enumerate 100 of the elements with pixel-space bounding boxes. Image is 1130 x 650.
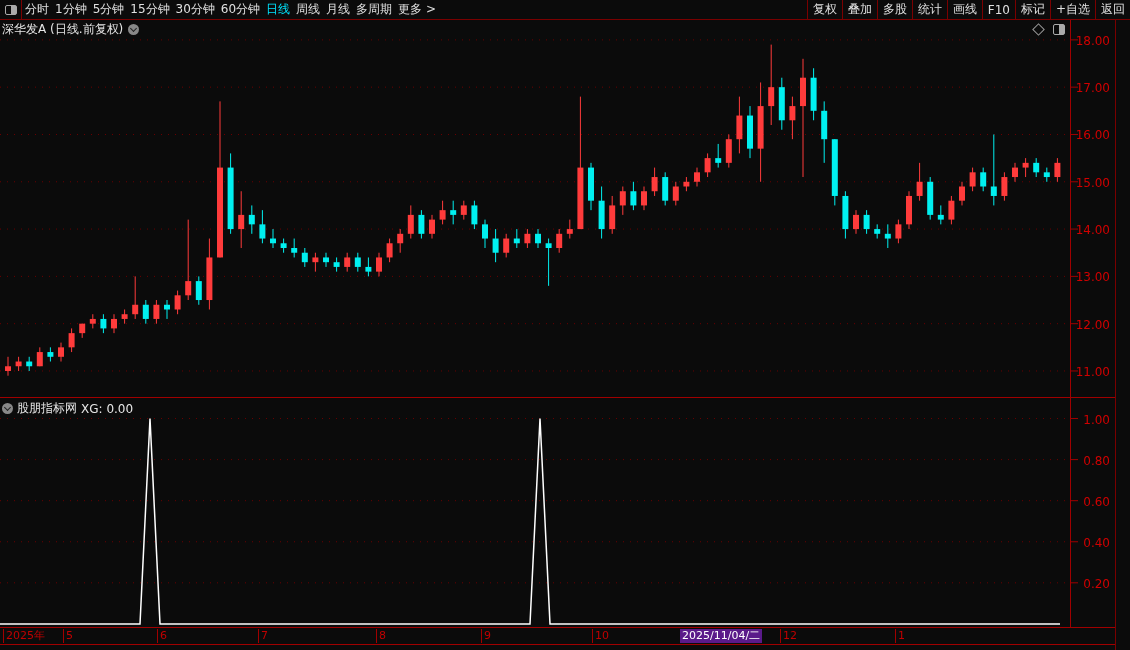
candle: [142, 299, 149, 325]
period-tab[interactable]: 5分钟: [89, 0, 128, 19]
candle: [439, 200, 446, 225]
candle: [195, 275, 202, 306]
toolbar-button[interactable]: 复权: [806, 0, 842, 19]
chart-title: 深华发A (日线.前复权): [2, 21, 124, 38]
candle: [301, 247, 308, 268]
candle: [153, 299, 160, 325]
candle: [821, 100, 828, 164]
candle: [630, 181, 637, 211]
candle: [26, 356, 33, 372]
candle: [450, 200, 457, 225]
indicator-reading: XG: 0.00: [81, 401, 134, 416]
date-label: 5: [63, 629, 73, 643]
candle: [1054, 157, 1061, 183]
candle: [725, 133, 732, 169]
period-tab[interactable]: 多周期: [353, 0, 396, 19]
candle: [683, 176, 690, 192]
candle: [662, 171, 669, 206]
period-tab[interactable]: 周线: [293, 0, 324, 19]
candle: [248, 204, 255, 235]
period-tab[interactable]: 15分钟: [127, 0, 173, 19]
toolbar-button[interactable]: F10: [981, 0, 1015, 19]
candle: [916, 162, 923, 202]
panel-toggle-icon[interactable]: [1053, 24, 1065, 35]
candle: [111, 313, 117, 334]
candle: [619, 186, 626, 216]
candle: [100, 313, 107, 334]
price-label: 13.00: [1075, 270, 1110, 285]
candle: [132, 275, 139, 320]
candle: [831, 138, 838, 206]
dropdown-icon[interactable]: [128, 24, 140, 35]
date-label: 7: [258, 629, 268, 643]
period-tab[interactable]: 更多 >: [395, 0, 439, 19]
candle: [15, 356, 22, 372]
candle: [906, 190, 912, 230]
candle: [874, 223, 881, 240]
date-label: 2025年: [3, 629, 45, 643]
candle: [323, 252, 329, 268]
date-label: 2025/11/04/二: [680, 629, 763, 643]
candle: [397, 228, 404, 254]
candle: [121, 309, 128, 325]
toolbar-button[interactable]: +自选: [1049, 0, 1095, 19]
candle: [694, 167, 700, 187]
candle: [407, 204, 414, 240]
candle: [174, 290, 181, 315]
candle: [344, 252, 351, 273]
toolbar-button[interactable]: 返回: [1095, 0, 1130, 19]
axis-label: 0.40: [1083, 535, 1110, 550]
toolbar-button[interactable]: 统计: [911, 0, 947, 19]
candle: [333, 256, 340, 273]
period-tab[interactable]: 月线: [323, 0, 354, 19]
candle: [429, 214, 435, 240]
candle: [609, 195, 616, 235]
candle: [651, 167, 658, 197]
candle: [1043, 167, 1050, 183]
price-label: 16.00: [1075, 128, 1110, 143]
axis-label: 1.00: [1083, 412, 1110, 427]
candle: [471, 200, 478, 230]
candle: [418, 209, 425, 240]
candle: [5, 356, 11, 377]
period-tab[interactable]: 1分钟: [52, 0, 90, 19]
toolbar-button[interactable]: 叠加: [841, 0, 877, 19]
candle: [503, 233, 510, 258]
candle: [68, 327, 75, 353]
candle: [747, 105, 753, 159]
candle: [588, 162, 594, 211]
candle: [492, 228, 499, 263]
candle: [810, 67, 817, 121]
toolbar-button[interactable]: 画线: [946, 0, 982, 19]
price-label: 18.00: [1075, 33, 1110, 48]
date-label: 12: [780, 629, 797, 643]
candle: [259, 209, 266, 244]
candle: [672, 181, 679, 206]
axis-label: 0.80: [1083, 453, 1110, 468]
candle: [89, 313, 96, 329]
date-label: 9: [481, 629, 491, 643]
candle: [1022, 157, 1029, 178]
toolbar-button[interactable]: 多股: [876, 0, 912, 19]
candle: [715, 143, 722, 169]
candle: [206, 238, 213, 310]
candle: [948, 195, 955, 225]
candle: [704, 152, 711, 178]
date-label: 6: [157, 629, 167, 643]
candle: [863, 209, 870, 235]
candle: [47, 346, 54, 362]
candle: [1033, 157, 1040, 178]
candle: [895, 219, 902, 244]
price-label: 14.00: [1075, 223, 1110, 238]
toolbar-button[interactable]: 标记: [1014, 0, 1050, 19]
candle: [1012, 162, 1018, 183]
period-tab[interactable]: 分时: [22, 0, 52, 19]
period-tab[interactable]: 30分钟: [172, 0, 218, 19]
period-tab[interactable]: 60分钟: [217, 0, 264, 19]
price-label: 12.00: [1075, 317, 1110, 332]
price-label: 17.00: [1075, 81, 1110, 96]
candle: [79, 323, 86, 339]
dropdown-icon[interactable]: [2, 403, 13, 414]
period-tab[interactable]: 日线: [263, 0, 294, 19]
candle: [513, 228, 520, 249]
